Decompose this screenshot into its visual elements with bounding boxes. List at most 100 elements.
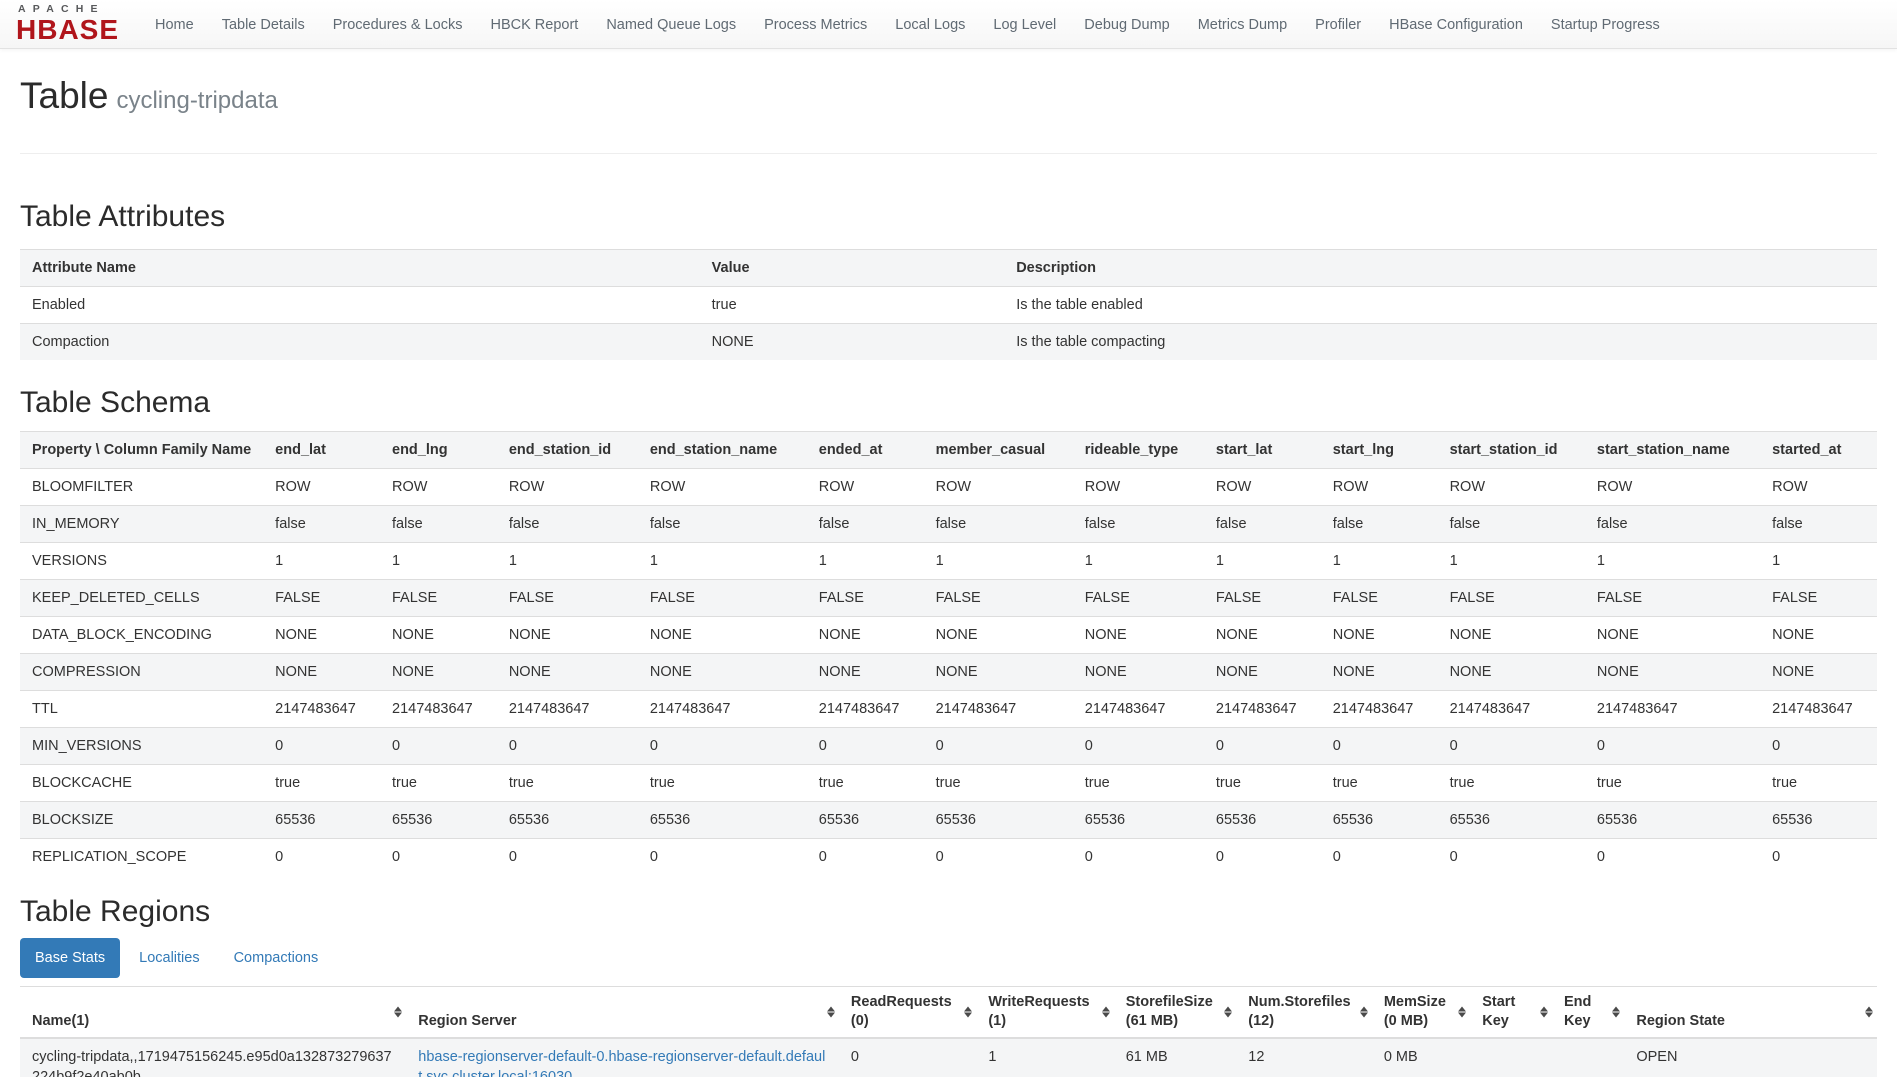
hbase-logo[interactable]: APACHE HBASE xyxy=(6,1,129,47)
regions-column-label: Start Key xyxy=(1482,994,1515,1029)
regions-column-label: Num.Storefiles (12) xyxy=(1248,994,1350,1029)
sort-icon[interactable] xyxy=(1360,1006,1368,1017)
nav-item: Named Queue Logs xyxy=(592,0,750,49)
region-start-key xyxy=(1470,1038,1552,1077)
sort-icon[interactable] xyxy=(827,1006,835,1017)
schema-row-blocksize: BLOCKSIZE6553665536655366553665536655366… xyxy=(20,801,1877,838)
schema-row-data-block-encoding: DATA_BLOCK_ENCODINGNONENONENONENONENONEN… xyxy=(20,616,1877,653)
schema-cell: 0 xyxy=(924,838,1073,875)
schema-cell: 1 xyxy=(1321,542,1438,579)
regions-column-header-end-key[interactable]: End Key xyxy=(1552,986,1624,1038)
top-navbar: APACHE HBASE HomeTable DetailsProcedures… xyxy=(0,0,1897,49)
sort-icon[interactable] xyxy=(394,1006,402,1017)
tab-compactions[interactable]: Compactions xyxy=(219,938,334,978)
regions-column-header-storefilesize-61-mb[interactable]: StorefileSize (61 MB) xyxy=(1114,986,1237,1038)
sort-icon[interactable] xyxy=(1458,1006,1466,1017)
page-title: Tablecycling-tripdata xyxy=(20,76,1877,117)
regions-column-label: MemSize (0 MB) xyxy=(1384,994,1446,1029)
schema-cell: FALSE xyxy=(1321,579,1438,616)
schema-cell: 65536 xyxy=(263,801,380,838)
schema-row-blockcache: BLOCKCACHEtruetruetruetruetruetruetruetr… xyxy=(20,764,1877,801)
schema-cell: 65536 xyxy=(1204,801,1321,838)
schema-cell: false xyxy=(263,505,380,542)
sort-icon[interactable] xyxy=(964,1006,972,1017)
schema-cell: ROW xyxy=(263,468,380,505)
schema-cell: ROW xyxy=(807,468,924,505)
schema-column-header: end_station_id xyxy=(497,431,638,468)
nav-item: Local Logs xyxy=(881,0,979,49)
schema-cell: 65536 xyxy=(380,801,497,838)
schema-column-header: ended_at xyxy=(807,431,924,468)
schema-heading: Table Schema xyxy=(20,386,1877,419)
regions-column-header-region-state[interactable]: Region State xyxy=(1624,986,1877,1038)
sort-icon[interactable] xyxy=(1102,1006,1110,1017)
attributes-column-header: Attribute Name xyxy=(20,249,700,286)
schema-cell: 0 xyxy=(1438,727,1585,764)
schema-cell: 2147483647 xyxy=(263,690,380,727)
schema-cell: 2147483647 xyxy=(1073,690,1204,727)
nav-link-debug-dump[interactable]: Debug Dump xyxy=(1070,0,1183,49)
schema-cell: true xyxy=(1585,764,1760,801)
region-server-link[interactable]: hbase-regionserver-default-0.hbase-regio… xyxy=(418,1049,825,1077)
tab-base-stats[interactable]: Base Stats xyxy=(20,938,120,978)
schema-cell: ROW xyxy=(1760,468,1877,505)
regions-column-header-region-server[interactable]: Region Server xyxy=(406,986,839,1038)
schema-cell: 2147483647 xyxy=(638,690,807,727)
schema-cell: 1 xyxy=(1073,542,1204,579)
schema-column-header: end_station_name xyxy=(638,431,807,468)
regions-column-header-readrequests-0[interactable]: ReadRequests (0) xyxy=(839,986,976,1038)
attributes-header-row: Attribute NameValueDescription xyxy=(20,249,1877,286)
sort-icon[interactable] xyxy=(1612,1006,1620,1017)
nav-link-local-logs[interactable]: Local Logs xyxy=(881,0,979,49)
schema-property-name: COMPRESSION xyxy=(20,653,263,690)
schema-column-header: end_lng xyxy=(380,431,497,468)
region-num-storefiles: 12 xyxy=(1236,1038,1372,1077)
schema-cell: ROW xyxy=(1321,468,1438,505)
attributes-cell: Compaction xyxy=(20,323,700,360)
nav-link-profiler[interactable]: Profiler xyxy=(1301,0,1375,49)
nav-link-table-details[interactable]: Table Details xyxy=(208,0,319,49)
regions-tabs: Base StatsLocalitiesCompactions xyxy=(20,938,1877,978)
schema-cell: false xyxy=(1438,505,1585,542)
regions-column-header-name-1[interactable]: Name(1) xyxy=(20,986,406,1038)
sort-icon[interactable] xyxy=(1540,1006,1548,1017)
regions-column-header-writerequests-1[interactable]: WriteRequests (1) xyxy=(976,986,1113,1038)
tab-localities[interactable]: Localities xyxy=(124,938,214,978)
nav-link-procedures-locks[interactable]: Procedures & Locks xyxy=(319,0,477,49)
sort-icon[interactable] xyxy=(1865,1006,1873,1017)
region-server-cell: hbase-regionserver-default-0.hbase-regio… xyxy=(406,1038,839,1077)
attributes-heading: Table Attributes xyxy=(20,200,1877,233)
schema-cell: NONE xyxy=(1321,616,1438,653)
attributes-column-header: Value xyxy=(700,249,1005,286)
hbase-table-page: APACHE HBASE HomeTable DetailsProcedures… xyxy=(0,0,1897,1077)
regions-column-header-memsize-0-mb[interactable]: MemSize (0 MB) xyxy=(1372,986,1470,1038)
schema-cell: NONE xyxy=(263,653,380,690)
schema-cell: 65536 xyxy=(638,801,807,838)
nav-item: Metrics Dump xyxy=(1184,0,1301,49)
schema-cell: FALSE xyxy=(807,579,924,616)
schema-cell: true xyxy=(263,764,380,801)
nav-link-named-queue-logs[interactable]: Named Queue Logs xyxy=(592,0,750,49)
nav-link-metrics-dump[interactable]: Metrics Dump xyxy=(1184,0,1301,49)
nav-link-log-level[interactable]: Log Level xyxy=(979,0,1070,49)
schema-cell: NONE xyxy=(1760,616,1877,653)
schema-cell: false xyxy=(924,505,1073,542)
attributes-cell: Enabled xyxy=(20,286,700,323)
nav-link-process-metrics[interactable]: Process Metrics xyxy=(750,0,881,49)
sort-icon[interactable] xyxy=(1224,1006,1232,1017)
schema-cell: 2147483647 xyxy=(1585,690,1760,727)
nav-link-startup-progress[interactable]: Startup Progress xyxy=(1537,0,1674,49)
schema-property-name: IN_MEMORY xyxy=(20,505,263,542)
schema-column-header: started_at xyxy=(1760,431,1877,468)
schema-cell: NONE xyxy=(1760,653,1877,690)
schema-cell: 1 xyxy=(1760,542,1877,579)
regions-column-label: Region State xyxy=(1636,1013,1725,1029)
nav-link-home[interactable]: Home xyxy=(141,0,208,49)
regions-column-header-num-storefiles-12[interactable]: Num.Storefiles (12) xyxy=(1236,986,1372,1038)
schema-cell: NONE xyxy=(1073,653,1204,690)
nav-link-hbck-report[interactable]: HBCK Report xyxy=(476,0,592,49)
schema-cell: NONE xyxy=(1438,616,1585,653)
schema-cell: 0 xyxy=(1204,838,1321,875)
regions-column-header-start-key[interactable]: Start Key xyxy=(1470,986,1552,1038)
nav-link-hbase-configuration[interactable]: HBase Configuration xyxy=(1375,0,1537,49)
